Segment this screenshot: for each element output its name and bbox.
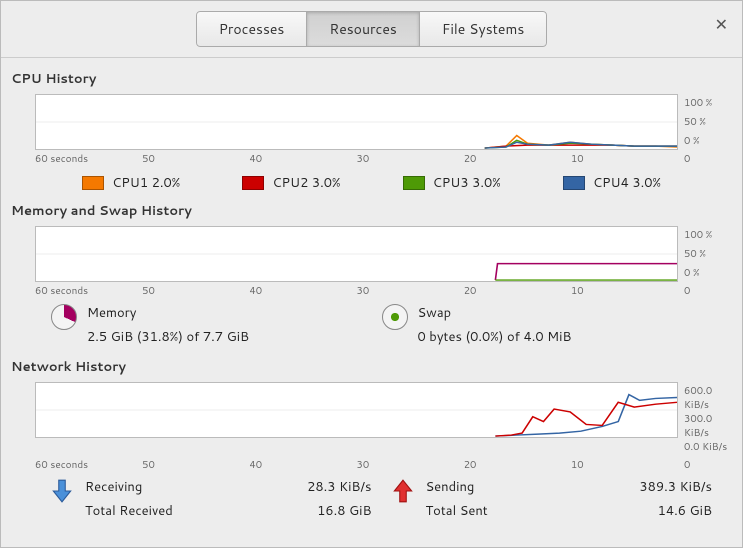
- cpu-yaxis: 100 % 50 % 0 %: [678, 94, 732, 150]
- mem-y-mid: 50 %: [684, 247, 732, 261]
- resources-content: CPU History 100 % 50 % 0 % 60 seconds 50…: [1, 57, 742, 534]
- upload-arrow-icon: [392, 478, 414, 504]
- net-receiving-grid: Receiving 28.3 KiB/s Total Received 16.8…: [85, 478, 372, 520]
- xt-10: 10: [571, 458, 678, 472]
- memory-value: 2.5 GiB (31.8%) of 7.7 GiB: [87, 322, 249, 346]
- total-sent-label: Total Sent: [426, 502, 620, 520]
- label-cpu3: CPU3 3.0%: [433, 174, 501, 192]
- xt-30: 30: [357, 152, 464, 166]
- xt-40: 40: [249, 458, 356, 472]
- tab-processes[interactable]: Processes: [196, 11, 308, 47]
- xt-20: 20: [464, 458, 571, 472]
- cpu-y-bot: 0 %: [684, 134, 732, 148]
- label-cpu2: CPU2 3.0%: [272, 174, 340, 192]
- swap-pie-icon[interactable]: [382, 304, 408, 330]
- tab-group: Processes Resources File Systems: [196, 11, 548, 47]
- total-sent-value: 14.6 GiB: [639, 502, 712, 520]
- net-xaxis: 60 seconds 50 40 30 20 10 0: [11, 456, 732, 472]
- mem-y-top: 100 %: [684, 228, 732, 242]
- cpu-y-mid: 50 %: [684, 115, 732, 129]
- swatch-cpu2[interactable]: [242, 176, 264, 190]
- swap-value: 0 bytes (0.0%) of 4.0 MiB: [418, 322, 572, 346]
- mem-y-bot: 0 %: [684, 266, 732, 280]
- mem-info-row: Memory 2.5 GiB (31.8%) of 7.7 GiB Swap 0…: [11, 298, 732, 350]
- legend-cpu3: CPU3 3.0%: [403, 174, 501, 192]
- swatch-cpu3[interactable]: [403, 176, 425, 190]
- tab-filesystems[interactable]: File Systems: [419, 11, 547, 47]
- net-receiving-col: Receiving 28.3 KiB/s Total Received 16.8…: [51, 478, 372, 520]
- net-y-top: 600.0 KiB/s: [684, 384, 732, 412]
- cpu-xaxis: 60 seconds 50 40 30 20 10 0: [11, 150, 732, 166]
- total-received-value: 16.8 GiB: [307, 502, 371, 520]
- xt-0: 0: [678, 458, 732, 472]
- system-monitor-window: Processes Resources File Systems ✕ CPU H…: [0, 0, 743, 548]
- cpu-legend: CPU1 2.0% CPU2 3.0% CPU3 3.0% CPU4 3.0%: [11, 166, 732, 194]
- mem-yaxis: 100 % 50 % 0 %: [678, 226, 732, 282]
- net-chart-svg: [36, 383, 677, 437]
- xt-30: 30: [357, 458, 464, 472]
- mem-chart: [35, 226, 678, 282]
- cpu-history-title: CPU History: [11, 62, 732, 94]
- label-cpu4: CPU4 3.0%: [593, 174, 661, 192]
- legend-cpu1: CPU1 2.0%: [82, 174, 180, 192]
- xt-10: 10: [571, 284, 678, 298]
- sending-label: Sending: [426, 478, 620, 496]
- xt-50: 50: [142, 458, 249, 472]
- cpu-y-top: 100 %: [684, 96, 732, 110]
- xt-30: 30: [357, 284, 464, 298]
- total-received-label: Total Received: [85, 502, 287, 520]
- legend-cpu4: CPU4 3.0%: [563, 174, 661, 192]
- receiving-rate: 28.3 KiB/s: [307, 478, 371, 496]
- tab-resources[interactable]: Resources: [306, 11, 419, 47]
- cpu-chart-row: 100 % 50 % 0 %: [11, 94, 732, 150]
- mem-memory-col: Memory 2.5 GiB (31.8%) of 7.7 GiB: [51, 304, 382, 346]
- legend-cpu2: CPU2 3.0%: [242, 174, 340, 192]
- xt-40: 40: [249, 284, 356, 298]
- xt-0: 0: [678, 152, 732, 166]
- mem-swap-text: Swap 0 bytes (0.0%) of 4.0 MiB: [418, 304, 572, 346]
- xt-0: 0: [678, 284, 732, 298]
- net-sending-col: Sending 389.3 KiB/s Total Sent 14.6 GiB: [392, 478, 713, 520]
- label-cpu1: CPU1 2.0%: [112, 174, 180, 192]
- xt-60: 60 seconds: [35, 284, 142, 298]
- swap-label: Swap: [418, 304, 572, 322]
- mem-swap-col: Swap 0 bytes (0.0%) of 4.0 MiB: [382, 304, 713, 346]
- memory-pie-icon[interactable]: [51, 304, 77, 330]
- tab-bar: Processes Resources File Systems ✕: [1, 1, 742, 55]
- mem-xaxis: 60 seconds 50 40 30 20 10 0: [11, 282, 732, 298]
- download-arrow-icon: [51, 478, 73, 504]
- mem-memory-text: Memory 2.5 GiB (31.8%) of 7.7 GiB: [87, 304, 249, 346]
- close-icon[interactable]: ✕: [715, 17, 728, 33]
- sending-rate: 389.3 KiB/s: [639, 478, 712, 496]
- net-history-title: Network History: [11, 350, 732, 382]
- net-y-mid: 300.0 KiB/s: [684, 412, 732, 440]
- net-yaxis: 600.0 KiB/s 300.0 KiB/s 0.0 KiB/s: [678, 382, 732, 456]
- cpu-chart-svg: [36, 95, 677, 149]
- swatch-cpu4[interactable]: [563, 176, 585, 190]
- xt-40: 40: [249, 152, 356, 166]
- xt-50: 50: [142, 152, 249, 166]
- net-sending-grid: Sending 389.3 KiB/s Total Sent 14.6 GiB: [426, 478, 713, 520]
- net-info-row: Receiving 28.3 KiB/s Total Received 16.8…: [11, 472, 732, 524]
- xt-10: 10: [571, 152, 678, 166]
- mem-chart-svg: [36, 227, 677, 281]
- receiving-label: Receiving: [85, 478, 287, 496]
- xt-50: 50: [142, 284, 249, 298]
- net-y-bot: 0.0 KiB/s: [684, 440, 732, 454]
- mem-history-title: Memory and Swap History: [11, 194, 732, 226]
- net-chart: [35, 382, 678, 438]
- swatch-cpu1[interactable]: [82, 176, 104, 190]
- memory-label: Memory: [87, 304, 249, 322]
- mem-chart-row: 100 % 50 % 0 %: [11, 226, 732, 282]
- xt-60: 60 seconds: [35, 458, 142, 472]
- xt-20: 20: [464, 152, 571, 166]
- cpu-chart: [35, 94, 678, 150]
- xt-60: 60 seconds: [35, 152, 142, 166]
- xt-20: 20: [464, 284, 571, 298]
- net-chart-row: 600.0 KiB/s 300.0 KiB/s 0.0 KiB/s: [11, 382, 732, 456]
